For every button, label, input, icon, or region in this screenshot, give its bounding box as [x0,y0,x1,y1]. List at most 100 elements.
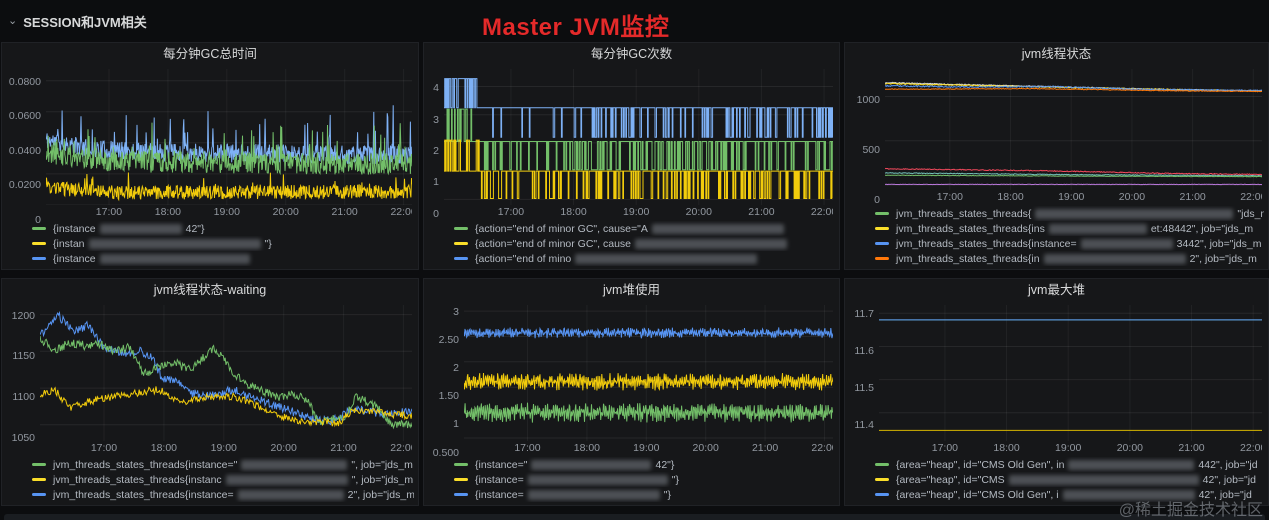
legend-text: {instance [53,222,96,235]
y-axis-label: 1050 [11,432,35,445]
series-minor-gc-A [444,108,833,171]
y-axis-label: 1.50 [438,390,459,403]
x-axis-label: 19:00 [1055,442,1082,454]
y-axis-label: 3 [453,305,459,318]
x-axis-label: 19:00 [633,442,660,454]
legend-text: {area="heap", id="CMS [896,473,1005,486]
y-axis-label: 0.0400 [8,144,41,157]
plot-area[interactable] [885,69,1262,190]
legend-item[interactable]: jvm_threads_states_threads{in 2", job="jd… [875,251,1264,266]
y-axis-label: 1200 [11,309,35,322]
plot-area[interactable] [40,305,412,441]
y-axis-label: 2 [453,362,459,375]
legend-series-dash-icon [454,463,468,466]
y-axis-label: 0.500 [432,446,459,459]
x-axis-label: 19:00 [623,206,650,218]
plot-area[interactable] [464,305,833,441]
y-axis-label: 3 [433,113,439,126]
legend-item[interactable]: {instan "} [32,236,414,251]
y-axis: 0 500 1000 [847,69,885,206]
legend-text: jvm_threads_states_threads{ins [896,222,1045,235]
plot-area[interactable] [46,69,412,205]
y-axis-label: 0.0800 [8,75,41,88]
legend-item[interactable]: {area="heap", id="CMS Old Gen", in 442", … [875,457,1264,472]
legend-series-dash-icon [875,463,889,466]
legend-item[interactable]: {action="end of minor GC", cause="A [454,221,835,236]
legend-item[interactable]: {action="end of minor GC", cause [454,236,835,251]
y-axis-label: 11.5 [854,381,874,394]
redacted-text [1035,208,1234,219]
legend-item[interactable]: {instance=" 42"} [454,457,835,472]
legend-text: "jds_m [1237,207,1264,220]
legend-item[interactable]: {area="heap", id="CMS Old Gen", i 42", jo… [875,487,1264,502]
dashboard-header: ⌄ SESSION和JVM相关 Master JVM监控 [0,0,1269,41]
legend-text: {instance=" [475,458,528,471]
legend-series-dash-icon [875,257,889,260]
legend-text: ", job="jds_m [351,458,413,471]
legend-item[interactable]: {action="end of mino [454,251,835,266]
panel-title[interactable]: jvm线程状态-waiting [2,279,418,301]
x-axis-label: 19:00 [213,206,240,218]
x-axis-label: 18:00 [560,206,587,218]
x-axis-label: 22:00 [1240,191,1262,203]
panel-jvm-max-heap: jvm最大堆 11.4 11.5 11.6 11.7 17:00 18:00 19:00 2… [844,278,1269,506]
series-minor-gc-C [444,78,833,138]
plot-area[interactable] [879,305,1262,441]
legend-item[interactable]: {instance [32,251,414,266]
x-axis-label: 21:00 [1178,442,1205,454]
y-axis-label: 1 [453,418,459,431]
panel-title[interactable]: jvm最大堆 [845,279,1268,301]
x-axis-label: 22:00 [811,442,833,454]
x-axis: 17:00 18:00 19:00 20:00 21:00 22:00 [464,441,833,456]
legend-text: {area="heap", id="CMS Old Gen", i [896,488,1059,501]
legend-text: "} [671,473,679,486]
legend-text: {action="end of mino [475,252,572,265]
x-axis-label: 21:00 [748,206,775,218]
legend-item[interactable]: {instance= "} [454,472,835,487]
legend-text: {instance= [475,473,524,486]
redacted-text [225,474,348,485]
x-axis: 17:00 18:00 19:00 20:00 21:00 22:00 [46,205,412,220]
legend-item[interactable]: jvm_threads_states_threads{"jds_m [875,206,1264,221]
next-row-panel-edge [4,514,1265,520]
series-instance-2 [46,172,412,202]
x-axis-label: 21:00 [331,206,358,218]
panel-title[interactable]: jvm线程状态 [845,43,1268,65]
legend-item[interactable]: {area="heap", id="CMS 42", job="jd [875,472,1264,487]
x-axis-label: 18:00 [154,206,182,218]
legend-item[interactable]: jvm_threads_states_threads{ins et:48442",… [875,221,1264,236]
plot-area[interactable] [444,69,833,205]
legend-item[interactable]: {instance= "} [454,487,835,502]
legend-item[interactable]: jvm_threads_states_threads{instance=" ", … [32,457,414,472]
redacted-text [575,253,758,264]
panel-title[interactable]: 每分钟GC次数 [424,43,839,65]
legend-series-dash-icon [875,242,889,245]
y-axis-label: 1 [433,176,439,189]
legend-item[interactable]: {instance 42"} [32,221,414,236]
chart-zone: 0.500 1 1.50 2 2.50 3 17:00 18:00 19:00 20:00 21:… [424,301,839,459]
chart-canvas [879,305,1262,441]
legend-item[interactable]: jvm_threads_states_threads{instanc ", job… [32,472,414,487]
y-axis: 0 1 2 3 4 [426,69,444,220]
panel-title[interactable]: 每分钟GC总时间 [2,43,418,65]
chart-zone: 0 1 2 3 4 17:00 18:00 19:00 20:00 21:00 22:00 [424,65,839,220]
legend-series-dash-icon [454,478,468,481]
x-axis: 17:00 18:00 19:00 20:00 21:00 22:00 [444,205,833,220]
panel-title[interactable]: jvm堆使用 [424,279,839,301]
legend: {action="end of minor GC", cause="A {acti… [424,220,839,269]
legend-series-dash-icon [875,212,889,215]
chart-canvas [444,69,833,205]
legend-text: {instan [53,237,85,250]
panel-grid: 每分钟GC总时间 0 0.0200 0.0400 0.0600 0.0800 17:00… [1,42,1269,506]
legend-series-dash-icon [32,478,46,481]
legend-item[interactable]: jvm_threads_states_threads{instance= 2", … [32,487,414,502]
redacted-text [1043,253,1186,264]
row-collapse-toggle[interactable]: ⌄ SESSION和JVM相关 [8,12,147,31]
legend: jvm_threads_states_threads{"jds_mjvm_thr… [845,205,1268,269]
panel-jvm-thread-state: jvm线程状态 0 500 1000 17:00 18:00 19:00 20:00 21:… [844,42,1269,270]
panel-jvm-thread-state-waiting: jvm线程状态-waiting 1050 1100 1150 1200 17:00 18… [1,278,419,506]
x-axis-label: 18:00 [993,442,1020,454]
panel-gc-count: 每分钟GC次数 0 1 2 3 4 17:00 18:00 19:00 20:00 21:00 2… [423,42,840,270]
redacted-text [527,489,660,500]
legend-item[interactable]: jvm_threads_states_threads{instance= 3442… [875,236,1264,251]
